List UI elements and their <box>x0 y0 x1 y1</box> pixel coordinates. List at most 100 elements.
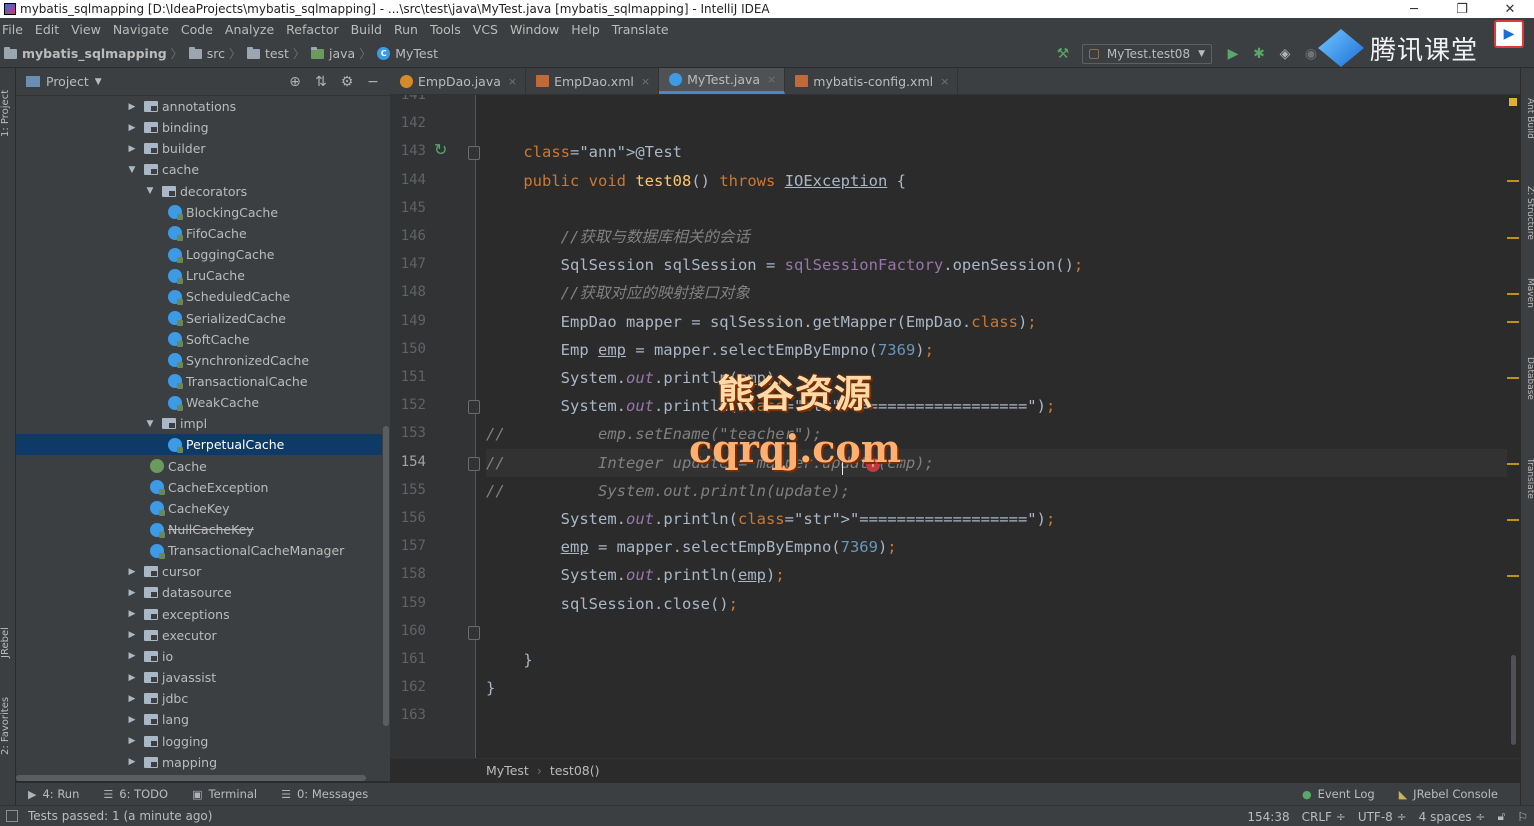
tree-node-builder[interactable]: ▶ builder <box>16 138 382 159</box>
tab-favorites[interactable]: 2: Favorites <box>0 694 16 758</box>
close-tab-icon[interactable]: × <box>508 75 517 88</box>
toolwindow-terminal[interactable]: ▣ Terminal <box>192 787 257 801</box>
tab-empdao-java[interactable]: EmpDao.java × <box>390 68 527 94</box>
menu-refactor[interactable]: Refactor <box>280 22 344 37</box>
breadcrumb-src[interactable]: src <box>188 46 225 61</box>
toolwindow-event-log[interactable]: ● Event Log <box>1302 787 1375 801</box>
close-tab-icon[interactable]: × <box>641 75 650 88</box>
code-line[interactable]: class="ann">@Test <box>486 138 682 166</box>
coverage-icon[interactable]: ◈ <box>1274 43 1296 65</box>
close-window-button[interactable]: ✕ <box>1486 2 1534 17</box>
tree-node-loggingcache[interactable]: LoggingCache <box>16 244 382 265</box>
menu-window[interactable]: Window <box>504 22 565 37</box>
code-line[interactable]: Emp emp = mapper.selectEmpByEmpno(7369); <box>486 336 934 364</box>
tab-jrebel[interactable]: JRebel <box>0 620 16 666</box>
tree-node-executor[interactable]: ▶ executor <box>16 625 382 646</box>
collapse-arrow-icon[interactable]: ▶ <box>126 102 138 112</box>
fold-marker-icon[interactable] <box>468 456 480 471</box>
collapse-arrow-icon[interactable]: ▶ <box>126 651 138 661</box>
line-separator-selector[interactable]: CRLF ÷ <box>1302 810 1346 824</box>
tree-node-datasource[interactable]: ▶ datasource <box>16 582 382 603</box>
warning-stripe[interactable] <box>1507 519 1519 521</box>
scroll-thumb[interactable] <box>1511 655 1516 745</box>
tab-mybatis-config-xml[interactable]: mybatis-config.xml × <box>785 68 959 94</box>
toolwindow-todo[interactable]: ☰ 6: TODO <box>103 787 168 801</box>
run-icon[interactable]: ▶ <box>1222 43 1244 65</box>
menu-run[interactable]: Run <box>388 22 424 37</box>
tree-node-logging[interactable]: ▶ logging <box>16 731 382 752</box>
tree-node-perpetualcache[interactable]: PerpetualCache <box>16 434 382 456</box>
tab-translate[interactable]: Translate <box>1521 448 1534 508</box>
collapse-arrow-icon[interactable]: ▶ <box>126 736 138 746</box>
warning-stripe[interactable] <box>1507 575 1519 577</box>
code-line[interactable]: EmpDao mapper = sqlSession.getMapper(Emp… <box>486 308 1037 336</box>
collapse-arrow-icon[interactable]: ▶ <box>126 123 138 133</box>
collapse-arrow-icon[interactable]: ▶ <box>126 757 138 767</box>
close-tab-icon[interactable]: × <box>767 73 776 86</box>
tree-node-exceptions[interactable]: ▶ exceptions <box>16 604 382 625</box>
hide-icon[interactable]: − <box>360 74 386 90</box>
tree-node-javassist[interactable]: ▶ javassist <box>16 667 382 688</box>
menu-file[interactable]: File <box>2 22 29 37</box>
minimize-button[interactable]: ─ <box>1390 2 1438 17</box>
code-line[interactable]: // Integer update = mapper.update(emp); <box>486 448 1516 477</box>
tree-node-decorators[interactable]: ▼ decorators <box>16 181 382 202</box>
menu-help[interactable]: Help <box>565 22 606 37</box>
run-test-gutter-icon[interactable]: ↻ <box>434 140 447 159</box>
tab-ant-build[interactable]: Ant Build <box>1521 88 1534 148</box>
menu-translate[interactable]: Translate <box>606 22 675 37</box>
expand-arrow-icon[interactable]: ▼ <box>144 186 156 196</box>
tree-node-cache[interactable]: ▼ cache <box>16 159 382 180</box>
encoding-selector[interactable]: UTF-8 ÷ <box>1358 810 1407 824</box>
breadcrumb-method[interactable]: test08() <box>550 763 600 778</box>
warning-stripe[interactable] <box>1507 321 1519 323</box>
tree-node-binding[interactable]: ▶ binding <box>16 117 382 138</box>
menu-view[interactable]: View <box>65 22 107 37</box>
warning-stripe[interactable] <box>1507 377 1519 379</box>
indent-selector[interactable]: 4 spaces ÷ <box>1419 810 1486 824</box>
menu-analyze[interactable]: Analyze <box>219 22 280 37</box>
code-line[interactable]: //获取与数据库相关的会话 <box>486 223 750 251</box>
breadcrumb-test[interactable]: test <box>246 46 289 61</box>
notifications-icon[interactable]: ⚐ <box>1517 810 1528 824</box>
toolwindow-messages[interactable]: ☰ 0: Messages <box>281 787 368 801</box>
collapse-arrow-icon[interactable]: ▶ <box>126 567 138 577</box>
toolwindow-jrebel-console[interactable]: ◣ JRebel Console <box>1399 787 1498 801</box>
warning-indicator-icon[interactable] <box>1509 98 1517 106</box>
fold-marker-icon[interactable] <box>468 146 480 161</box>
debug-icon[interactable]: ✱ <box>1248 43 1270 65</box>
tree-node-softcache[interactable]: SoftCache <box>16 329 382 350</box>
tree-node-mapping[interactable]: ▶ mapping <box>16 752 382 773</box>
warning-stripe[interactable] <box>1507 180 1519 182</box>
tree-node-transactionalcache[interactable]: TransactionalCache <box>16 371 382 392</box>
tree-node-annotations[interactable]: ▶ annotations <box>16 96 382 117</box>
code-line[interactable]: // System.out.println(update); <box>486 477 850 505</box>
tab-empdao-xml[interactable]: EmpDao.xml × <box>526 68 660 94</box>
project-view-selector[interactable]: Project <box>46 74 89 89</box>
restore-button[interactable]: ❐ <box>1438 2 1486 17</box>
build-hammer-icon[interactable]: ⚒ <box>1052 43 1074 65</box>
fold-marker-icon[interactable] <box>468 400 480 415</box>
code-line[interactable]: SqlSession sqlSession = sqlSessionFactor… <box>486 251 1084 279</box>
tree-node-synchronizedcache[interactable]: SynchronizedCache <box>16 350 382 371</box>
menu-edit[interactable]: Edit <box>29 22 65 37</box>
menu-code[interactable]: Code <box>175 22 219 37</box>
collapse-arrow-icon[interactable]: ▶ <box>126 630 138 640</box>
tree-node-cache[interactable]: Cache <box>16 456 382 477</box>
code-line[interactable]: sqlSession.close(); <box>486 590 738 618</box>
tab-structure[interactable]: Z: Structure <box>1521 178 1534 248</box>
menu-navigate[interactable]: Navigate <box>107 22 175 37</box>
tree-node-weakcache[interactable]: WeakCache <box>16 392 382 413</box>
tree-node-nullcachekey[interactable]: NullCacheKey <box>16 519 382 540</box>
code-line[interactable]: emp = mapper.selectEmpByEmpno(7369); <box>486 533 897 561</box>
collapse-arrow-icon[interactable]: ▶ <box>126 588 138 598</box>
tree-node-scheduledcache[interactable]: ScheduledCache <box>16 286 382 307</box>
collapse-arrow-icon[interactable]: ▶ <box>126 715 138 725</box>
menu-build[interactable]: Build <box>345 22 388 37</box>
tab-project[interactable]: 1: Project <box>0 78 16 148</box>
tab-mytest-java[interactable]: MyTest.java × <box>659 68 786 94</box>
toggle-tool-windows-icon[interactable] <box>6 810 18 822</box>
fold-marker-icon[interactable] <box>468 625 480 640</box>
collapse-arrow-icon[interactable]: ▶ <box>126 609 138 619</box>
tree-node-cachekey[interactable]: CacheKey <box>16 498 382 519</box>
